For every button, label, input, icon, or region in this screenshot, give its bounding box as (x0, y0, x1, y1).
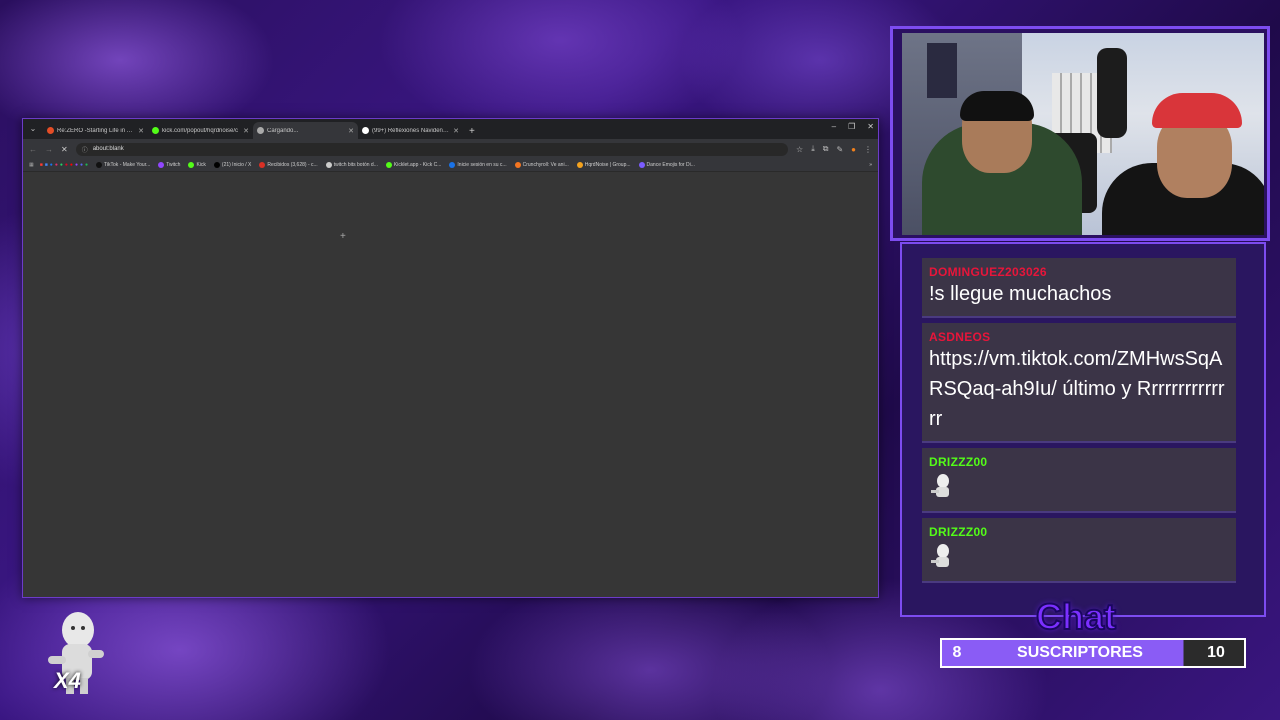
info-icon[interactable]: ⓘ (82, 145, 88, 154)
chat-messages: DOMINGUEZ203026 !s llegue muchachos ASDNEO… (922, 258, 1236, 583)
bookmark-label: Kicklet.app - Kick C... (393, 162, 442, 168)
chat-message: DRIZZZ00 (922, 448, 1236, 513)
bookmark-label: Recibidos (3,628) - c... (267, 162, 318, 168)
more-bookmarks-button[interactable]: » (869, 162, 872, 168)
bookmark-item[interactable]: Crunchyroll: Ve ani... (514, 162, 569, 168)
chat-message: DRIZZZ00 (922, 518, 1236, 583)
bookmark-favicon-icon (385, 162, 392, 168)
bookmark-label: HqrdNoise | Group... (584, 162, 631, 168)
bookmark-item[interactable]: Kicklet.app - Kick C... (385, 162, 442, 168)
bookmark-favicon-icon (638, 162, 645, 168)
chat-title: Chat (1035, 595, 1117, 638)
multiplier-label: X4 (54, 668, 81, 693)
bookmark-star-icon[interactable]: ☆ (796, 145, 803, 154)
bookmark-favicon-icon (96, 162, 103, 168)
bookmark-favicon-icon (576, 162, 583, 168)
bookmark-item[interactable]: Dance Emojis for Di... (638, 162, 695, 168)
tab-favicon-icon (152, 127, 159, 134)
url-text: about:blank (92, 146, 124, 152)
close-tab-icon[interactable]: ✕ (243, 127, 249, 135)
bookmark-item[interactable]: Inicie sesión en su c... (449, 162, 507, 168)
tab-title: Cargando... (267, 127, 299, 134)
maximize-button[interactable]: ❐ (848, 122, 855, 131)
browser-tab-2[interactable]: Cargando... ✕ (253, 122, 358, 139)
bookmark-favicon-icon (259, 162, 266, 168)
mascot-emote-icon (931, 544, 949, 567)
crosshair-cursor-icon: + (340, 231, 346, 242)
edit-icon[interactable]: ✎ (836, 145, 843, 154)
webcam-feed (902, 33, 1264, 235)
bookmark-item[interactable]: twitch bits botón d... (325, 162, 378, 168)
bookmark-label: Kick (196, 162, 206, 168)
chat-message: ASDNEOS https://vm.tiktok.com/ZMHwsSqARSQ… (922, 323, 1236, 443)
bookmark-favicon-icon (325, 162, 332, 168)
bookmark-favicon-icon (158, 162, 165, 168)
tab-title: (99+) Reflexiones Navideñas sob (372, 127, 450, 134)
bookmark-item[interactable]: HqrdNoise | Group... (576, 162, 631, 168)
close-tab-icon[interactable]: ✕ (453, 127, 459, 135)
browser-tab-1[interactable]: kick.com/popout/hqrdnoise/c ✕ (148, 122, 253, 139)
chat-username: DOMINGUEZ203026 (929, 265, 1047, 279)
tab-favicon-icon (47, 127, 54, 134)
bookmark-favicon-icon (188, 162, 195, 168)
subscriber-goal-bar: 8 SUSCRIPTORES 10 (940, 638, 1246, 668)
window-controls: – ❐ ✕ (832, 122, 874, 131)
bookmark-label: Crunchyroll: Ve ani... (522, 162, 569, 168)
bookmark-favicon-icon (449, 162, 456, 168)
chat-username: ASDNEOS (929, 330, 991, 344)
browser-window: ⌄ Re:ZERO -Starting Life in Anoth ✕ kick.c… (22, 118, 879, 598)
chat-message: DOMINGUEZ203026 !s llegue muchachos (922, 258, 1236, 318)
bookmark-label: Inicie sesión en su c... (457, 162, 507, 168)
apps-grid-icon[interactable]: ▦ (29, 162, 34, 168)
subs-label: SUSCRIPTORES (1017, 644, 1143, 661)
minimize-button[interactable]: – (832, 122, 836, 131)
bookmark-label: Dance Emojis for Di... (646, 162, 695, 168)
profile-avatar-icon[interactable]: ● (851, 145, 856, 154)
tab-favicon-icon (257, 127, 264, 134)
close-tab-icon[interactable]: ✕ (138, 127, 144, 135)
bookmark-label: TikTok - Make Your... (104, 162, 151, 168)
chat-text: https://vm.tiktok.com/ZMHwsSqARSQaq-ah9I… (929, 348, 1225, 430)
chat-text: !s llegue muchachos (929, 283, 1112, 305)
mascot-emote-icon (931, 474, 949, 497)
subs-goal: 10 (1207, 644, 1225, 661)
browser-tab-0[interactable]: Re:ZERO -Starting Life in Anoth ✕ (43, 122, 148, 139)
extensions-icon[interactable]: ⧉ (823, 144, 829, 154)
tab-bar: ⌄ Re:ZERO -Starting Life in Anoth ✕ kick.c… (23, 119, 878, 139)
browser-tab-3[interactable]: (99+) Reflexiones Navideñas sob✕ (358, 122, 463, 139)
bookmark-item[interactable]: (21) Inicio / X (213, 162, 252, 168)
tab-favicon-icon (362, 127, 369, 134)
tab-title: Re:ZERO -Starting Life in Anoth (57, 127, 136, 134)
close-tab-icon[interactable]: ✕ (348, 127, 354, 135)
tab-search-icon[interactable]: ⌄ (26, 122, 40, 136)
back-icon[interactable]: ← (29, 145, 37, 154)
close-window-button[interactable]: ✕ (867, 122, 874, 131)
bookmark-favicon-icon (514, 162, 521, 168)
page-content[interactable]: + (23, 172, 878, 597)
forward-icon[interactable]: → (45, 145, 53, 154)
bookmark-label: Twitch (166, 162, 181, 168)
new-tab-button[interactable]: + (463, 126, 481, 139)
download-icon[interactable]: ⤓ (811, 144, 815, 154)
menu-icon[interactable]: ⋮ (864, 145, 872, 154)
bookmark-label: twitch bits botón d... (333, 162, 378, 168)
bookmark-item[interactable]: Kick (188, 162, 206, 168)
browser-toolbar: ← → ✕ ⓘ about:blank ☆ ⤓ ⧉ ✎ ● ⋮ (23, 139, 878, 159)
bookmark-label: (21) Inicio / X (221, 162, 252, 168)
bookmark-item[interactable]: Recibidos (3,628) - c... (259, 162, 318, 168)
bookmarks-bar: ▦ ■■●●●●●●●● TikTok - Make Your... Twitch… (23, 159, 878, 172)
stop-loading-icon[interactable]: ✕ (61, 145, 68, 154)
tab-title: kick.com/popout/hqrdnoise/c (162, 127, 239, 134)
subs-current: 8 (952, 644, 962, 661)
bookmark-item[interactable]: TikTok - Make Your... (96, 162, 150, 168)
bookmark-item[interactable]: Twitch (158, 162, 180, 168)
bookmark-icon-strip[interactable]: ■■●●●●●●●● (40, 162, 90, 168)
chat-username: DRIZZZ00 (929, 525, 988, 539)
bookmark-favicon-icon (213, 162, 220, 168)
chat-username: DRIZZZ00 (929, 455, 988, 469)
address-bar[interactable]: ⓘ about:blank (75, 142, 789, 156)
